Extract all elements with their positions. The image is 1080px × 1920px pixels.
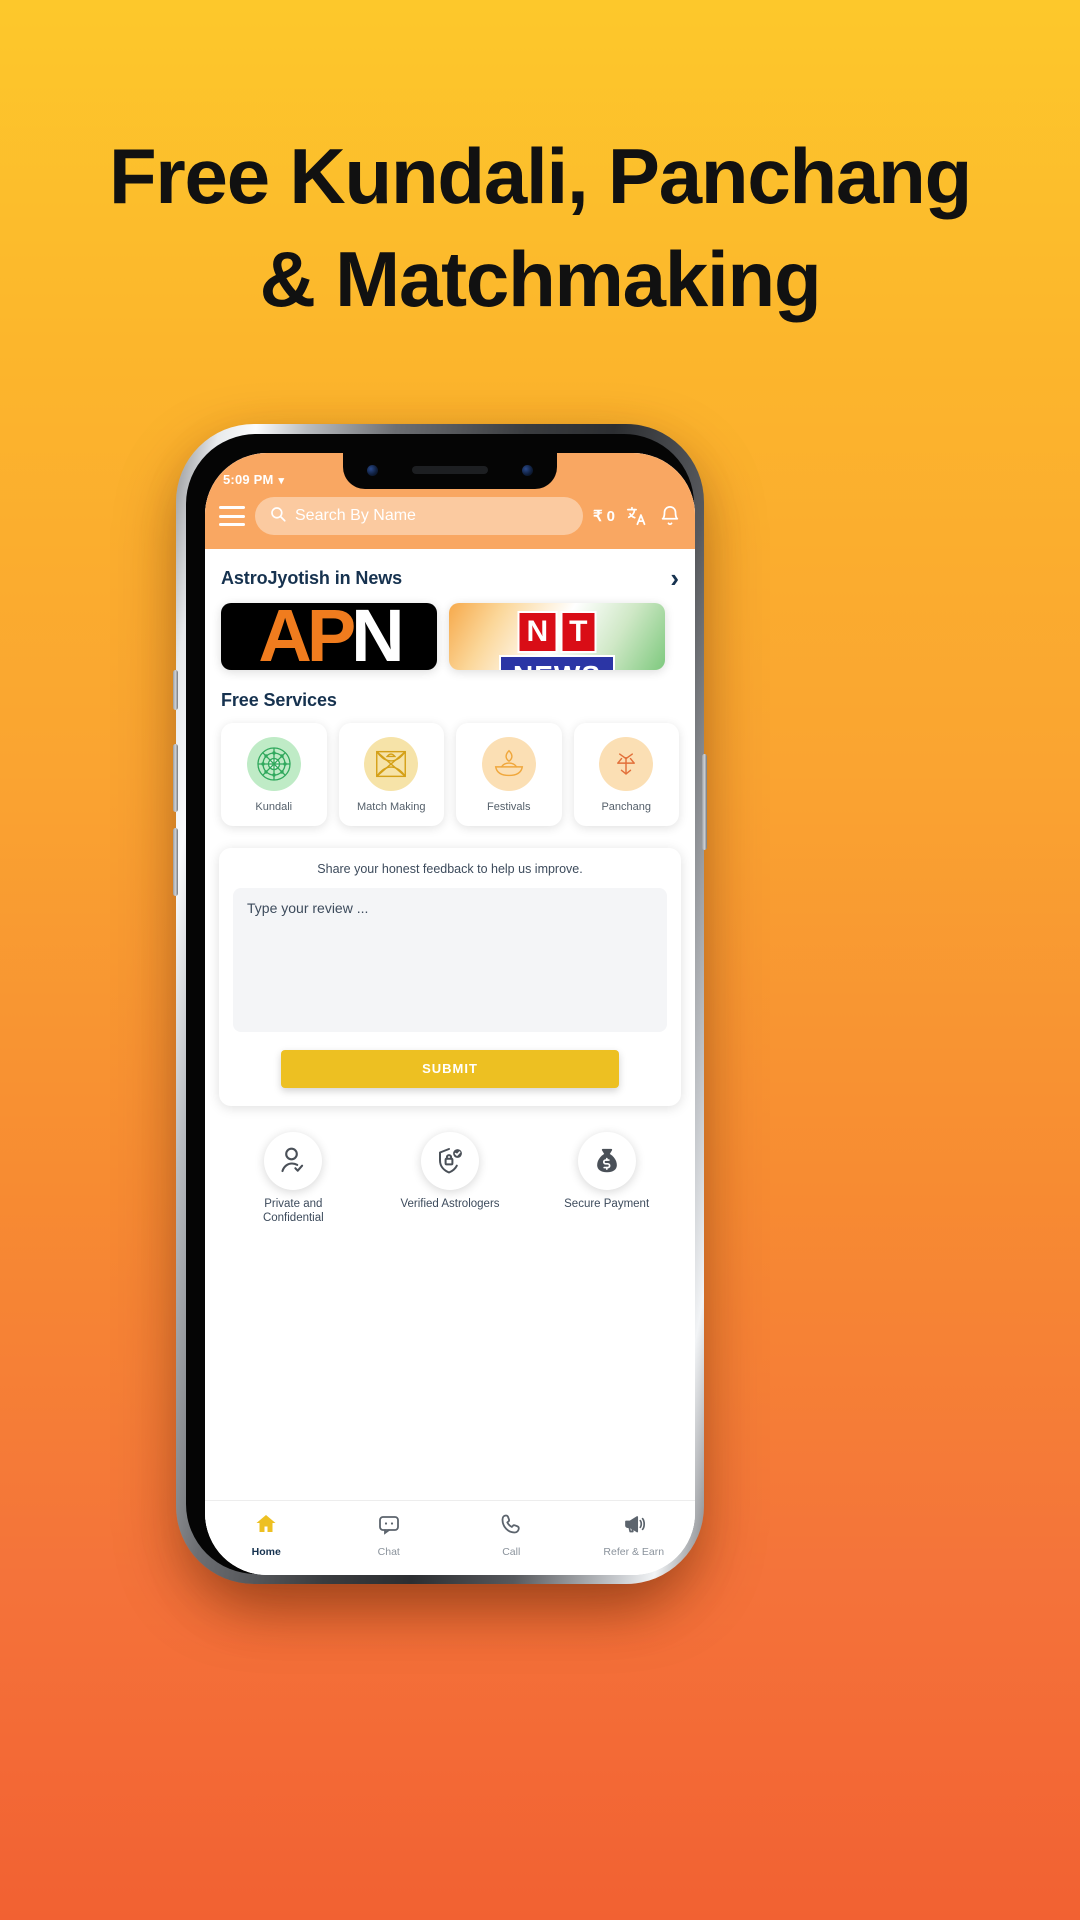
phone-bezel: 5:09 PM ▾ Search By Name ₹ 0 AstroJyotis… <box>186 434 695 1575</box>
tab-label: Chat <box>377 1546 400 1558</box>
translate-icon[interactable] <box>626 505 648 527</box>
wifi-icon: ▾ <box>278 475 285 487</box>
trust-badges: Private and Confidential Verified Astrol… <box>205 1118 695 1236</box>
news-card[interactable]: NT NEWS Know About Astro Jyotish Mobile … <box>449 603 665 670</box>
phone-notch <box>343 453 557 489</box>
apn-logo-icon: APN <box>221 603 437 670</box>
phone-power-button <box>702 754 707 850</box>
chat-icon <box>377 1512 401 1541</box>
shield-lock-icon <box>420 1131 479 1190</box>
news-card-list[interactable]: APN Online एप के जरिये जानिये सितारों की… <box>205 599 695 674</box>
app-bar-actions: ₹ 0 <box>593 505 681 527</box>
service-label: Kundali <box>255 800 293 813</box>
trust-badge-label: Verified Astrologers <box>400 1197 500 1210</box>
service-item-panchang[interactable]: Panchang <box>573 722 679 826</box>
trust-badge-label: Private and Confidential <box>262 1197 324 1225</box>
nt-news-logo-icon: NT NEWS <box>449 603 665 670</box>
promo-headline: Free Kundali, Panchang & Matchmaking <box>0 125 1080 331</box>
hamburger-icon[interactable] <box>219 506 245 526</box>
promo-headline-line2: & Matchmaking <box>259 234 822 323</box>
kundali-chart-icon <box>246 736 301 791</box>
tab-label: Call <box>502 1546 521 1558</box>
service-item-festivals[interactable]: Festivals <box>456 722 562 826</box>
free-services-list: Kundali Match Making Festivals Panchang <box>205 719 695 832</box>
phone-icon <box>499 1512 523 1541</box>
search-placeholder-text: Search By Name <box>295 507 416 524</box>
money-bag-icon <box>577 1131 636 1190</box>
news-section-title: AstroJyotish in News <box>221 567 403 588</box>
phone-screen: 5:09 PM ▾ Search By Name ₹ 0 AstroJyotis… <box>205 453 695 1575</box>
app-bar: Search By Name ₹ 0 <box>205 489 695 549</box>
phone-mute-button <box>173 670 178 710</box>
face-sensor-icon <box>522 465 533 476</box>
diya-lamp-icon <box>481 736 536 791</box>
phone-mockup: 5:09 PM ▾ Search By Name ₹ 0 AstroJyotis… <box>173 424 707 1606</box>
phone-volume-up-button <box>173 744 178 812</box>
home-icon <box>254 1512 278 1541</box>
trust-badge-secure-payment: Secure Payment <box>547 1131 667 1211</box>
service-label: Panchang <box>601 800 652 813</box>
earpiece-speaker <box>412 466 488 474</box>
bottom-tab-bar: Home Chat Call Refer & Earn <box>205 1500 695 1575</box>
trust-badge-private-confidential: Private and Confidential <box>233 1131 353 1226</box>
tab-home[interactable]: Home <box>221 1512 311 1558</box>
free-services-header: Free Services <box>205 674 695 719</box>
news-card[interactable]: APN Online एप के जरिये जानिये सितारों की… <box>221 603 437 670</box>
phone-volume-down-button <box>173 828 178 896</box>
trust-badge-verified-astrologers: Verified Astrologers <box>390 1131 510 1211</box>
service-label: Festivals <box>487 800 531 813</box>
service-item-kundali[interactable]: Kundali <box>221 722 327 826</box>
front-camera-icon <box>367 465 378 476</box>
panchang-icon <box>599 736 654 791</box>
search-input[interactable]: Search By Name <box>255 497 583 535</box>
tab-refer-earn[interactable]: Refer & Earn <box>589 1512 679 1558</box>
review-placeholder-text: Type your review ... <box>247 899 369 916</box>
service-label: Match Making <box>357 800 426 813</box>
feedback-card: Share your honest feedback to help us im… <box>219 847 681 1106</box>
tab-label: Refer & Earn <box>603 1546 665 1558</box>
status-bar-time: 5:09 PM <box>223 472 274 487</box>
bell-icon[interactable] <box>659 505 681 527</box>
user-verified-icon <box>264 1131 323 1190</box>
promo-headline-line1: Free Kundali, Panchang <box>108 132 972 220</box>
news-section-header: AstroJyotish in News › <box>205 549 695 599</box>
search-icon <box>269 505 287 528</box>
app-home-screen: 5:09 PM ▾ Search By Name ₹ 0 AstroJyotis… <box>205 453 695 1575</box>
home-scroll-content[interactable]: AstroJyotish in News › APN N T Free Serv… <box>205 549 695 1500</box>
submit-button[interactable]: SUBMIT <box>280 1049 620 1088</box>
tab-label: Home <box>251 1546 281 1558</box>
chevron-right-icon[interactable]: › <box>670 565 679 591</box>
free-services-title: Free Services <box>221 689 337 710</box>
megaphone-icon <box>622 1512 646 1541</box>
trust-badge-label: Secure Payment <box>564 1197 650 1210</box>
wallet-balance[interactable]: ₹ 0 <box>593 507 615 525</box>
phone-frame: 5:09 PM ▾ Search By Name ₹ 0 AstroJyotis… <box>173 424 707 1584</box>
review-textarea[interactable]: Type your review ... <box>233 887 667 1032</box>
match-making-icon <box>364 736 419 791</box>
tab-call[interactable]: Call <box>466 1512 556 1558</box>
service-item-match-making[interactable]: Match Making <box>338 722 444 826</box>
tab-chat[interactable]: Chat <box>344 1512 434 1558</box>
feedback-prompt: Share your honest feedback to help us im… <box>317 861 583 876</box>
